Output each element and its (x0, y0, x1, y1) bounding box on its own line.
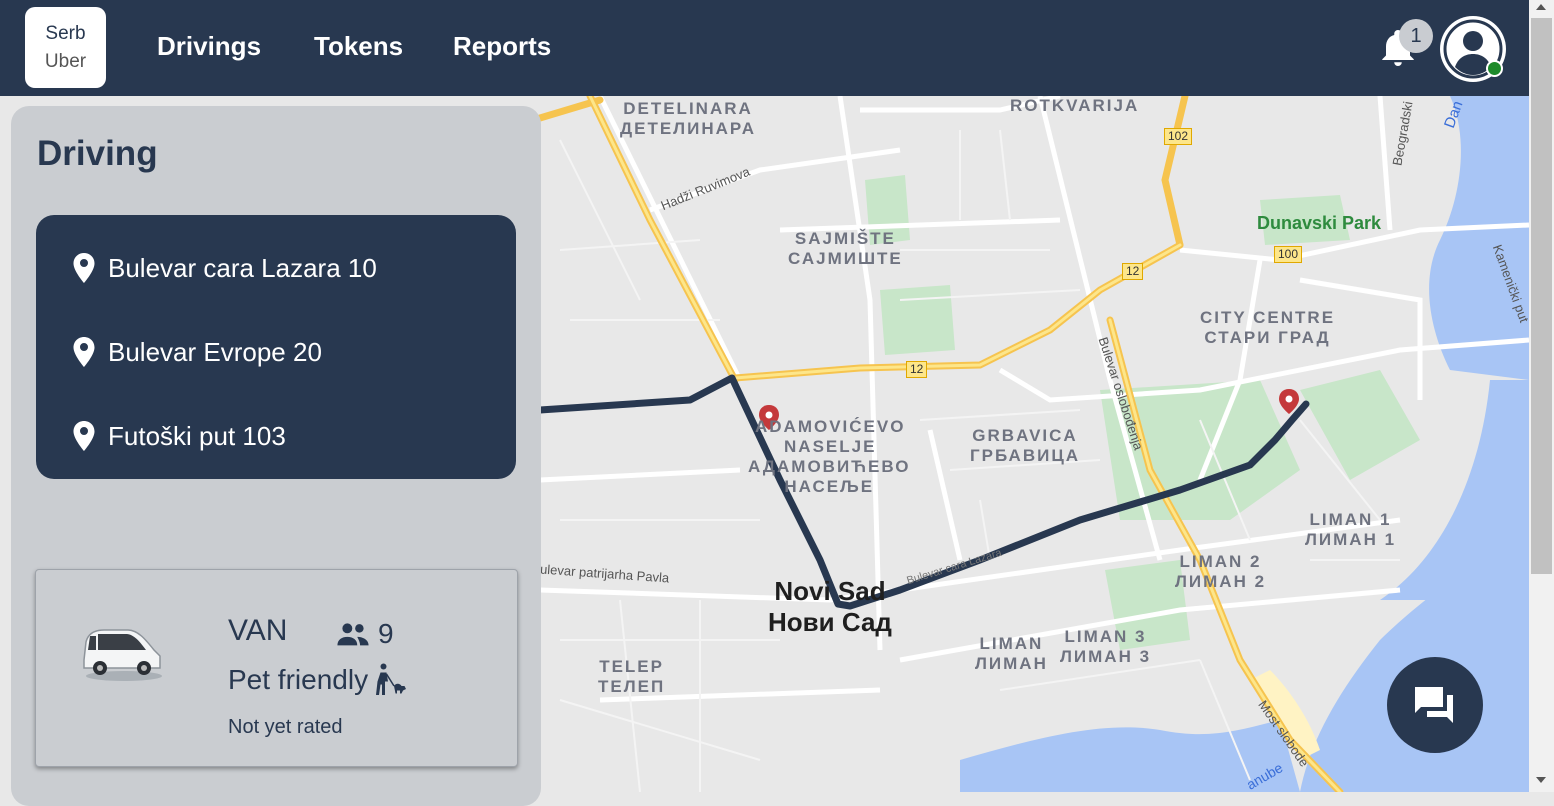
stop-item: Bulevar cara Lazara 10 (72, 248, 377, 288)
vehicle-card[interactable]: VAN 9 Pet friendly Not yet rated (35, 569, 518, 767)
scroll-up-arrow-icon[interactable] (1536, 4, 1546, 10)
area-label-sajmiste: SAJMIŠTE САЈМИШТЕ (788, 229, 903, 268)
notification-count-badge[interactable]: 1 (1399, 19, 1433, 53)
scrollbar-thumb[interactable] (1531, 18, 1552, 574)
road-number-102: 102 (1164, 128, 1193, 145)
location-pin-icon (73, 421, 95, 451)
area-label-grbavica: GRBAVICA ГРБАВИЦА (970, 426, 1081, 465)
area-label-telep: TELEP ТЕЛЕП (598, 657, 666, 696)
road-number-100: 100 (1274, 246, 1303, 263)
vehicle-type: VAN (228, 614, 288, 647)
people-icon (337, 623, 369, 646)
online-status-dot (1486, 60, 1503, 77)
park-label: Dunavski Park (1257, 213, 1382, 233)
location-pin-icon (73, 337, 95, 367)
scroll-down-arrow-icon[interactable] (1536, 777, 1546, 783)
stop-address: Bulevar Evrope 20 (108, 336, 322, 367)
location-pin-icon (73, 253, 95, 283)
brand-line1: Serb (45, 22, 86, 44)
nav-reports-link[interactable]: Reports (453, 31, 551, 62)
nav-drivings-link[interactable]: Drivings (157, 31, 261, 62)
chat-button[interactable] (1387, 657, 1483, 753)
area-label-liman-2: LIMAN 2 ЛИМАН 2 (1175, 552, 1267, 591)
stop-address: Bulevar cara Lazara 10 (108, 252, 377, 283)
nav-tokens-link[interactable]: Tokens (314, 31, 403, 62)
city-label-novi-sad: Novi Sad Нови Сад (768, 576, 892, 637)
chat-icon (1415, 687, 1453, 723)
area-label-adamovicevo-cyr: АДАМОВИЋЕВО НАСЕЉЕ (748, 457, 911, 496)
road-number-12-b: 12 (906, 361, 928, 378)
area-label-liman-1: LIMAN 1 ЛИМАН 1 (1305, 510, 1397, 549)
vehicle-seats: 9 (336, 618, 394, 650)
area-label-liman-3: LIMAN 3 ЛИМАН 3 (1060, 627, 1152, 666)
stop-item: Futoški put 103 (72, 416, 286, 456)
driving-title: Driving (37, 134, 158, 173)
area-label-rotkvarija: ROTKVARIJA (1010, 96, 1140, 115)
seat-count: 9 (378, 618, 394, 649)
top-navbar: Serb Uber Drivings Tokens Reports 1 (0, 0, 1529, 96)
area-label-city-centre: CITY CENTRE СТАРИ ГРАД (1200, 308, 1336, 347)
area-label-liman: LIMAN ЛИМАН (975, 634, 1048, 673)
stop-address: Futoški put 103 (108, 420, 286, 451)
dog-walking-icon (376, 663, 407, 695)
van-image (83, 629, 162, 681)
area-label-detelinara: DETELINARA ДЕТЕЛИНАРА (620, 99, 756, 138)
pet-friendly-row: Pet friendly (228, 662, 410, 698)
stop-item: Bulevar Evrope 20 (72, 332, 322, 372)
road-number-12-a: 12 (1122, 263, 1144, 280)
brand-logo[interactable]: Serb Uber (25, 7, 106, 88)
route-stops-card: Bulevar cara Lazara 10 Bulevar Evrope 20… (36, 215, 516, 479)
brand-line2: Uber (44, 50, 87, 72)
vehicle-rating: Not yet rated (228, 716, 343, 738)
pet-friendly-label: Pet friendly (228, 664, 369, 695)
area-label-adamovicevo: ADAMOVIĆEVO NASELJE (755, 417, 906, 456)
